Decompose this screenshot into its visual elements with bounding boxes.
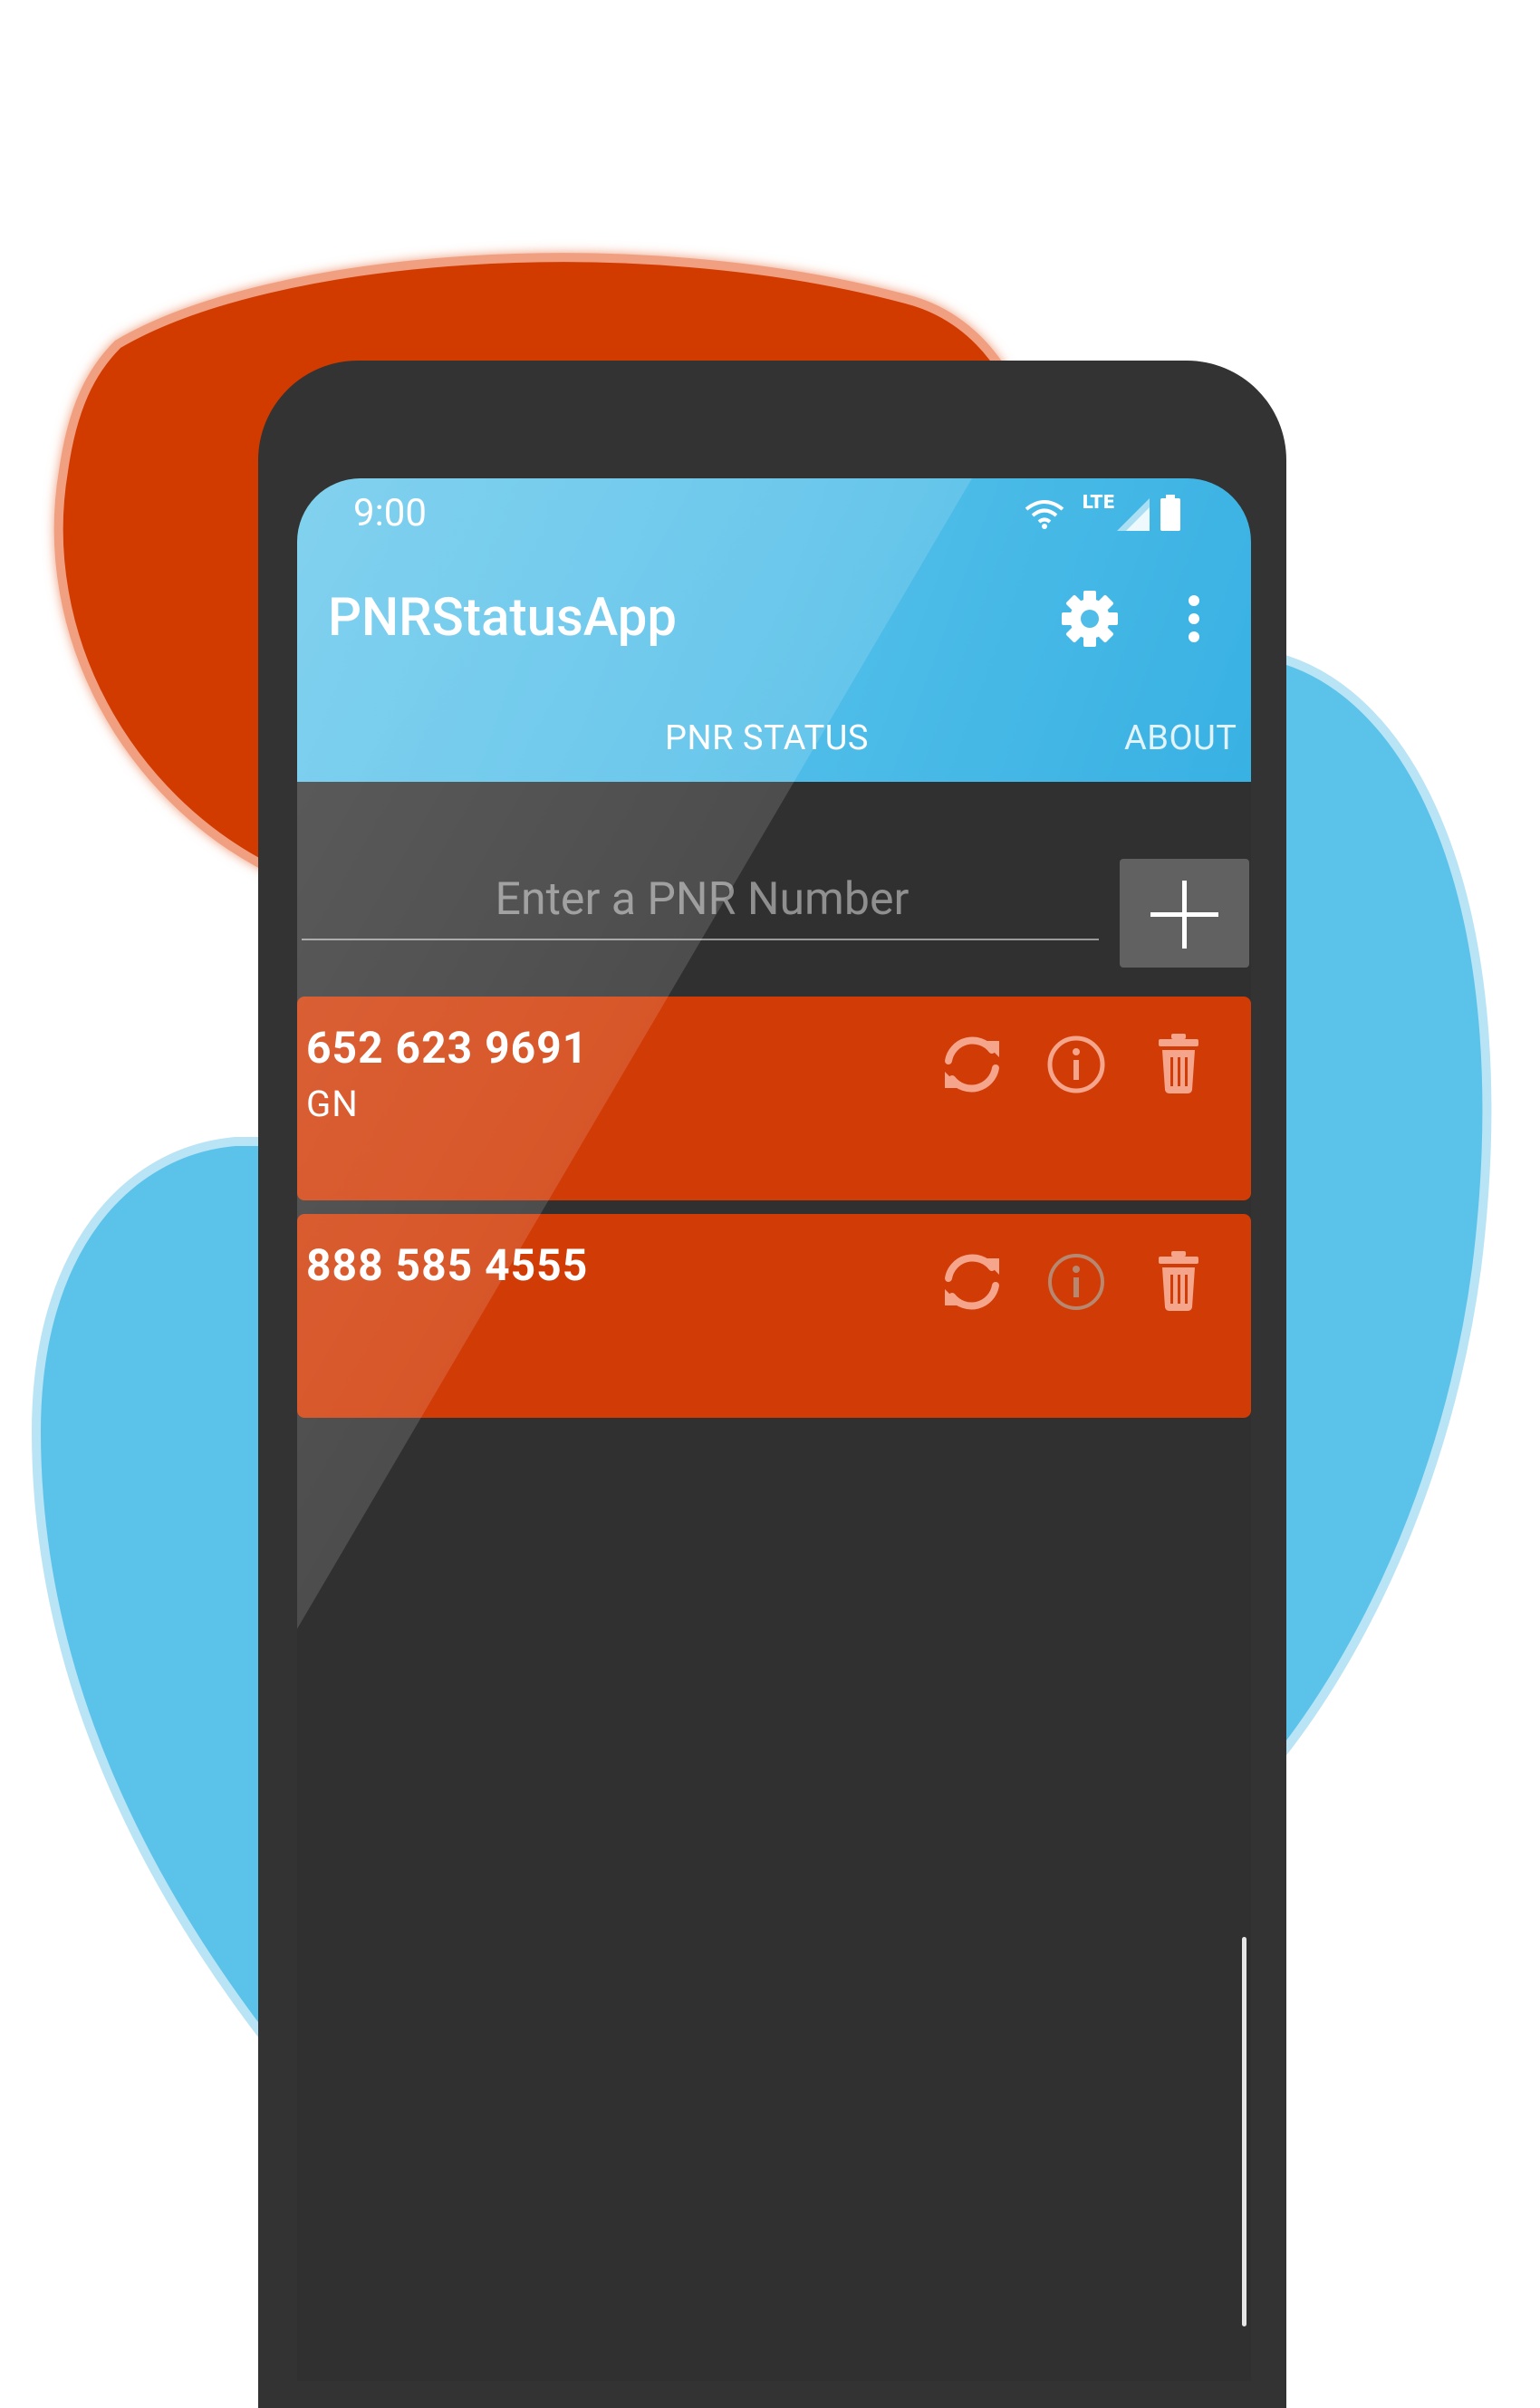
battery-icon [1160, 495, 1180, 531]
pnr-input-container [302, 859, 1102, 940]
pnr-class-code: GN [306, 1083, 359, 1125]
blue-blob-left [31, 1137, 276, 2061]
status-time: 9:00 [353, 491, 427, 535]
pnr-number: 888 585 4555 [306, 1239, 589, 1291]
plus-icon [1150, 881, 1218, 949]
refresh-icon[interactable] [936, 1246, 1008, 1318]
refresh-icon[interactable] [936, 1028, 1008, 1101]
wifi-icon [1025, 500, 1064, 529]
pnr-card[interactable]: 888 585 4555 [297, 1214, 1251, 1418]
tab-about[interactable]: ABOUT [1124, 718, 1237, 758]
app-bar: 9:00 LTE PNRStatusApp PNR STATUS ABOUT [297, 478, 1251, 782]
gear-icon[interactable] [1058, 587, 1121, 650]
delete-icon[interactable] [1142, 1028, 1215, 1101]
cell-signal-icon [1117, 498, 1150, 531]
info-icon[interactable] [1040, 1028, 1112, 1101]
scrollbar[interactable] [1242, 1937, 1246, 2326]
status-icons [1017, 487, 1198, 542]
pnr-input[interactable] [302, 859, 1102, 940]
app-title: PNRStatusApp [328, 587, 677, 649]
add-pnr-button[interactable] [1120, 859, 1249, 968]
more-vert-icon[interactable] [1180, 587, 1208, 650]
pnr-number: 652 623 9691 [306, 1022, 589, 1074]
pnr-card[interactable]: 652 623 9691 GN [297, 997, 1251, 1200]
delete-icon[interactable] [1142, 1246, 1215, 1318]
phone-screen: 9:00 LTE PNRStatusApp PNR STATUS ABOUT E… [297, 478, 1251, 2381]
tab-pnr-status[interactable]: PNR STATUS [665, 718, 869, 758]
info-icon-disabled [1048, 1254, 1104, 1310]
